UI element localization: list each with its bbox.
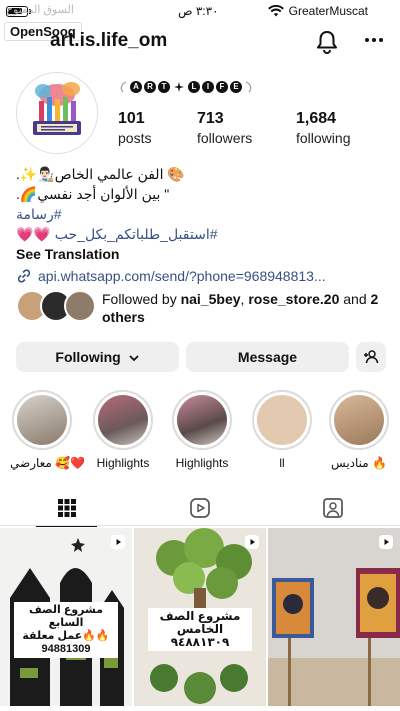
message-button[interactable]: Message [186, 342, 349, 372]
grid-icon [57, 499, 76, 517]
highlight-cover [177, 395, 227, 445]
followers-count: 713 [197, 110, 224, 127]
brand-letter: I [202, 81, 214, 93]
laurel-right-icon [245, 81, 252, 93]
highlight-cover [17, 395, 67, 445]
see-translation-link[interactable]: See Translation [16, 244, 386, 264]
brand-name-strip: A R T L I F E [118, 80, 254, 94]
brand-letter: F [216, 81, 228, 93]
add-person-button[interactable] [356, 342, 386, 372]
bio-hashtag[interactable]: #رسامة [16, 204, 386, 224]
highlight-cover [257, 395, 307, 445]
reel-indicator-icon [379, 535, 393, 549]
following-button-label: Following [55, 349, 121, 365]
followed-by-row[interactable]: Followed by nai_5bey, rose_store.20 and … [16, 290, 386, 326]
art-is-life-logo [17, 73, 97, 153]
highlight-ring [252, 390, 312, 450]
sparkle-icon [174, 82, 184, 92]
posts-label: posts [118, 130, 152, 146]
posts-grid: مشروع الصف السابع عمل معلقة🔥🔥 94881309 م… [0, 528, 400, 711]
highlight-item[interactable]: مناديس 🔥 [327, 390, 391, 470]
highlight-label: Highlights [175, 456, 229, 470]
brand-letter: L [188, 81, 200, 93]
more-options-icon[interactable] [364, 30, 384, 56]
tagged-person-icon [322, 498, 343, 518]
following-label: following [296, 130, 351, 146]
profile-bio: 🎨 الفن عالمي الخاص👨🏻‍🎨✨. " بين الألوان أ… [16, 164, 386, 286]
post-thumbnail[interactable] [268, 528, 400, 706]
mutual-avatars [16, 290, 102, 322]
bio-line: " بين الألوان أجد نفسي🌈. [16, 186, 170, 202]
mutual-avatar [64, 290, 96, 322]
highlight-cover [334, 395, 384, 445]
add-person-icon [364, 350, 379, 364]
followed-by-text: Followed by nai_5bey, rose_store.20 and … [102, 290, 392, 326]
profile-username[interactable]: art.is.life_om [50, 30, 167, 52]
highlight-ring [93, 390, 153, 450]
profile-tabs [0, 490, 400, 527]
posts-stat[interactable]: 101 posts [118, 110, 151, 146]
brand-letter: E [230, 81, 242, 93]
followed-by-prefix: Followed by [102, 291, 181, 307]
highlight-ring [329, 390, 389, 450]
highlight-ring [172, 390, 232, 450]
followed-by-and: and [339, 291, 371, 307]
wifi-icon [268, 4, 284, 20]
status-bar: السوق المفتوح ٣:٣٠ ص GreaterMuscat [0, 0, 400, 24]
chevron-down-icon [128, 355, 139, 362]
following-stat[interactable]: 1,684 following [296, 110, 350, 146]
brand-letter: T [158, 81, 170, 93]
reel-indicator-icon [245, 535, 259, 549]
story-highlights: معارضي 🥰❤️ Highlights Highlights ll مناد… [0, 390, 400, 474]
bio-hashtag[interactable]: #استقبل_طلباتكم_بكل_حب 💗💗 [16, 224, 386, 244]
post-thumbnail[interactable]: مشروع الصف الخامس ٩٤٨٨١٣٠٩ [134, 528, 266, 706]
highlight-ring [12, 390, 72, 450]
highlight-label: مناديس 🔥 [331, 456, 387, 470]
following-button[interactable]: Following [16, 342, 179, 372]
brand-letter: R [144, 81, 156, 93]
status-time: ٣:٣٠ ص [178, 4, 219, 18]
followed-by-user: rose_store.20 [248, 291, 340, 307]
tab-reels[interactable] [133, 490, 266, 526]
notification-bell-icon[interactable] [316, 30, 338, 59]
highlight-item[interactable]: Highlights [91, 390, 155, 470]
post-caption: مشروع الصف الخامس ٩٤٨٨١٣٠٩ [148, 608, 252, 651]
reels-icon [189, 498, 210, 518]
watermark-arabic: السوق المفتوح [6, 4, 74, 16]
followers-stat[interactable]: 713 followers [197, 110, 252, 146]
highlight-label: Highlights [96, 456, 150, 470]
highlight-label: معارضي 🥰❤️ [10, 456, 86, 470]
message-button-label: Message [237, 349, 298, 365]
post-caption: مشروع الصف السابع عمل معلقة🔥🔥 94881309 [14, 602, 118, 658]
profile-header: art.is.life_om [0, 28, 400, 60]
profile-actions: Following Message [16, 342, 386, 372]
post-thumbnail[interactable]: مشروع الصف السابع عمل معلقة🔥🔥 94881309 [0, 528, 132, 706]
followers-label: followers [197, 130, 253, 146]
profile-avatar[interactable] [16, 72, 98, 154]
post-image [268, 528, 400, 706]
highlight-label: ll [279, 456, 285, 470]
highlight-item[interactable]: Highlights [170, 390, 234, 470]
tab-posts-grid[interactable] [0, 490, 133, 527]
reel-indicator-icon [111, 535, 125, 549]
following-count: 1,684 [296, 110, 337, 127]
brand-letter: A [130, 81, 142, 93]
status-carrier: GreaterMuscat [288, 4, 368, 18]
bio-line: 🎨 الفن عالمي الخاص👨🏻‍🎨✨. [16, 166, 185, 182]
laurel-left-icon [120, 81, 127, 93]
highlight-cover [98, 395, 148, 445]
posts-count: 101 [118, 110, 145, 127]
bio-link-text: api.whatsapp.com/send/?phone=968948813..… [38, 268, 326, 284]
bio-link[interactable]: api.whatsapp.com/send/?phone=968948813..… [16, 266, 386, 286]
link-icon [17, 269, 31, 283]
tab-tagged[interactable] [266, 490, 399, 526]
highlight-item[interactable]: معارضي 🥰❤️ [10, 390, 86, 470]
followed-by-user: nai_5bey [180, 291, 241, 307]
highlight-item[interactable]: ll [250, 390, 314, 470]
